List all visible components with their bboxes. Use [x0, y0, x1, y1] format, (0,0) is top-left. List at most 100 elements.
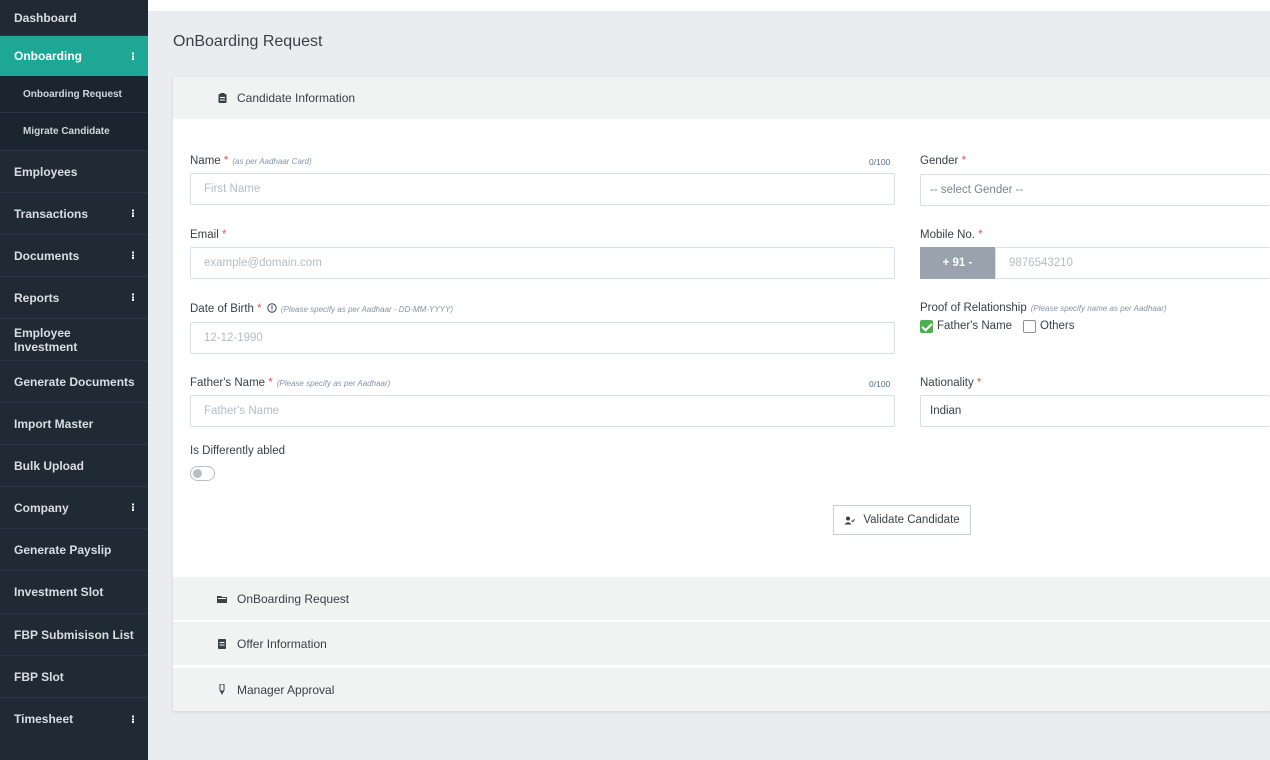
- sidebar-item-bulk-upload[interactable]: Bulk Upload: [0, 445, 148, 487]
- sidebar-item-label: Migrate Candidate: [23, 126, 110, 137]
- kebab-icon: ⁝: [130, 713, 135, 726]
- sidebar-item-label: Company: [14, 500, 69, 515]
- section-offer-information[interactable]: Offer Information: [173, 622, 1270, 665]
- fathers-name-checkbox[interactable]: [920, 320, 933, 333]
- sidebar-item-generate-payslip[interactable]: Generate Payslip: [0, 529, 148, 571]
- sidebar-item-label: Reports: [14, 290, 60, 305]
- sidebar-item-investment-slot[interactable]: Investment Slot: [0, 571, 148, 614]
- sidebar-item-label: Import Master: [14, 416, 94, 431]
- section-title: Manager Approval: [237, 682, 335, 697]
- father-name-char-counter: 0/100: [869, 379, 891, 389]
- name-hint: (as per Aadhaar Card): [232, 157, 312, 166]
- pen-icon: [216, 684, 228, 696]
- differently-abled-label: Is Differently abled: [190, 445, 286, 457]
- email-input[interactable]: example@domain.com: [190, 247, 895, 279]
- dob-hint: (Please specify as per Aadhaar - DD-MM-Y…: [280, 305, 454, 314]
- proof-of-relationship-label: Proof of Relationship (Please specify nam…: [920, 302, 1167, 314]
- name-char-counter: 0/100: [869, 157, 891, 167]
- fathers-name-checkbox-label: Father's Name: [937, 320, 1013, 332]
- dob-label: Date of Birth * (Please specify as per A…: [190, 303, 453, 316]
- required-mark: *: [978, 229, 983, 241]
- sidebar-item-timesheet[interactable]: Timesheet ⁝: [0, 698, 148, 740]
- kebab-icon: ⁝: [130, 208, 135, 220]
- sidebar-item-onboarding[interactable]: Onboarding ⁝: [0, 36, 148, 76]
- name-label-text: Name: [190, 155, 221, 167]
- clipboard-icon: [216, 92, 228, 104]
- sidebar-subitem-onboarding-request[interactable]: Onboarding Request: [0, 76, 148, 113]
- email-label: Email *: [190, 229, 226, 241]
- country-code-dropdown[interactable]: + 91 -: [920, 247, 995, 279]
- kebab-icon: ⁝: [130, 292, 135, 304]
- section-manager-approval[interactable]: Manager Approval: [173, 668, 1270, 711]
- sidebar-item-employee-investment[interactable]: Employee Investment: [0, 319, 148, 361]
- dob-label-text: Date of Birth: [190, 303, 254, 315]
- sidebar-item-label: FBP Slot: [14, 669, 64, 684]
- sidebar-item-label: Documents: [14, 248, 80, 263]
- proof-hint: (Please specify name as per Aadhaar): [1030, 304, 1167, 313]
- section-title: Offer Information: [237, 636, 327, 651]
- sidebar-item-fbp-submission-list[interactable]: FBP Submisison List: [0, 614, 148, 656]
- sidebar-item-reports[interactable]: Reports ⁝: [0, 277, 148, 319]
- kebab-icon: ⁝: [130, 502, 135, 514]
- required-mark: *: [221, 229, 227, 241]
- sidebar-item-generate-documents[interactable]: Generate Documents: [0, 361, 148, 403]
- nationality-input[interactable]: Indian: [920, 395, 1270, 427]
- sidebar-item-import-master[interactable]: Import Master: [0, 403, 148, 445]
- mobile-label: Mobile No. *: [920, 229, 983, 241]
- kebab-icon: ⁝: [130, 250, 135, 262]
- gender-label: Gender *: [920, 155, 966, 167]
- proof-label-text: Proof of Relationship: [920, 302, 1027, 314]
- required-mark: *: [268, 377, 273, 389]
- sidebar-item-label: Investment Slot: [14, 585, 104, 599]
- info-icon[interactable]: [267, 303, 277, 316]
- others-checkbox-label: Others: [1040, 320, 1075, 332]
- page-title: OnBoarding Request: [173, 33, 323, 50]
- section-title: Candidate Information: [237, 91, 356, 105]
- sidebar-item-employees[interactable]: Employees: [0, 151, 148, 193]
- father-name-label: Father's Name * (Please specify as per Aa…: [190, 377, 390, 389]
- first-name-input[interactable]: First Name: [190, 173, 895, 205]
- email-label-text: Email: [190, 229, 219, 241]
- gender-select[interactable]: -- select Gender --: [920, 174, 1270, 206]
- required-mark: *: [257, 303, 262, 315]
- nationality-label: Nationality *: [920, 377, 981, 389]
- kebab-icon: ⁝: [130, 50, 135, 63]
- sidebar-item-label: Generate Documents: [14, 374, 135, 389]
- others-checkbox[interactable]: [1023, 320, 1036, 333]
- differently-abled-toggle[interactable]: [190, 466, 215, 481]
- sidebar-item-label: Onboarding: [14, 49, 82, 63]
- section-title: OnBoarding Request: [237, 591, 350, 606]
- required-mark: *: [961, 155, 967, 167]
- sidebar-item-label: Generate Payslip: [14, 542, 112, 557]
- sidebar-item-label: Timesheet: [14, 712, 74, 726]
- sidebar-item-fbp-slot[interactable]: FBP Slot: [0, 656, 148, 698]
- section-candidate-information[interactable]: Candidate Information: [173, 77, 1270, 119]
- sidebar-item-company[interactable]: Company ⁝: [0, 487, 148, 529]
- sidebar: Dashboard Onboarding ⁝ Onboarding Request…: [0, 0, 148, 760]
- required-mark: *: [976, 377, 982, 389]
- nationality-label-text: Nationality: [920, 377, 974, 389]
- father-name-input[interactable]: Father's Name: [190, 395, 895, 427]
- sidebar-subitem-migrate-candidate[interactable]: Migrate Candidate: [0, 113, 148, 151]
- sidebar-item-label: Employee Investment: [14, 325, 78, 354]
- sidebar-item-label: Employees: [14, 164, 78, 179]
- validate-candidate-button[interactable]: Validate Candidate: [833, 505, 971, 535]
- top-bar: [148, 0, 1270, 11]
- sidebar-item-label: Onboarding Request: [23, 88, 122, 100]
- user-check-icon: [844, 516, 856, 525]
- sidebar-item-label: Dashboard: [14, 10, 77, 25]
- father-name-hint: (Please specify as per Aadhaar): [276, 379, 391, 388]
- section-onboarding-request[interactable]: OnBoarding Request: [173, 577, 1270, 620]
- sidebar-item-dashboard[interactable]: Dashboard: [0, 0, 148, 36]
- mobile-label-text: Mobile No.: [920, 229, 975, 241]
- sidebar-item-label: Transactions: [14, 206, 89, 221]
- sidebar-item-transactions[interactable]: Transactions ⁝: [0, 193, 148, 235]
- gender-label-text: Gender: [920, 155, 959, 167]
- sidebar-item-documents[interactable]: Documents ⁝: [0, 235, 148, 277]
- document-icon: [216, 638, 228, 650]
- name-label: Name * (as per Aadhaar Card): [190, 155, 312, 167]
- folder-icon: [216, 593, 228, 605]
- sidebar-item-label: FBP Submisison List: [14, 627, 134, 642]
- mobile-input[interactable]: 9876543210: [995, 247, 1270, 279]
- dob-input[interactable]: 12-12-1990: [190, 322, 895, 354]
